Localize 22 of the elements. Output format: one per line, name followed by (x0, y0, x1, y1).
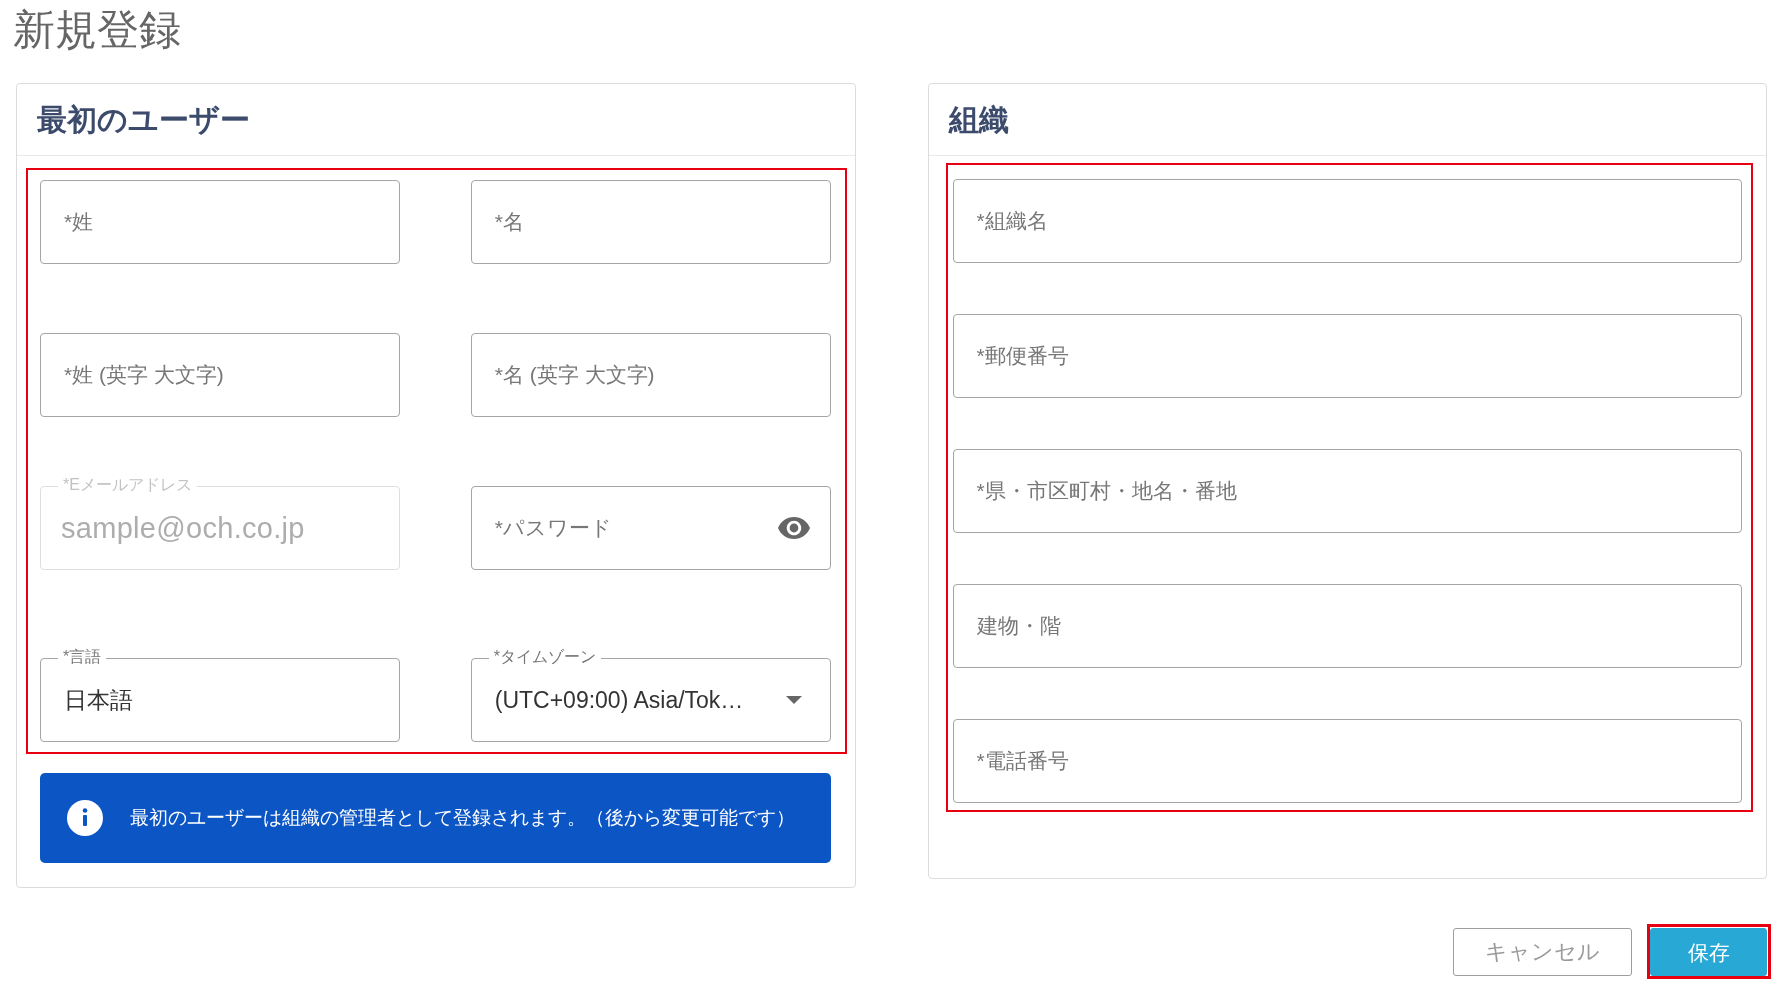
field-label: *タイムゾーン (488, 647, 601, 667)
field-label: *言語 (58, 647, 107, 667)
input-field[interactable]: *姓 (40, 180, 400, 264)
input-field[interactable]: *県・市区町村・地名・番地 (952, 449, 1742, 533)
save-button[interactable]: 保存 (1650, 928, 1767, 976)
field-label: *Eメールアドレス (58, 475, 197, 495)
input-field[interactable]: *組織名 (952, 179, 1742, 263)
input-field[interactable]: *姓 (英字 大文字) (40, 333, 400, 417)
input-field[interactable]: *名 (470, 180, 831, 264)
password-field[interactable]: *パスワード (470, 486, 831, 570)
card-title: 最初のユーザー (37, 101, 250, 138)
input-field[interactable]: *電話番号 (952, 719, 1742, 803)
info-icon (67, 800, 103, 836)
input-field[interactable]: *名 (英字 大文字) (470, 333, 831, 417)
eye-icon[interactable] (777, 517, 810, 539)
caret-down-icon (785, 696, 802, 704)
input-field[interactable]: 建物・階 (952, 584, 1742, 668)
info-text: 最初のユーザーは組織の管理者として登録されます。（後から変更可能です） (130, 805, 795, 830)
cancel-button[interactable]: キャンセル (1453, 927, 1632, 976)
card-title: 組織 (948, 101, 1009, 138)
input-field[interactable]: *郵便番号 (952, 314, 1742, 398)
page-title: 新規登録 (12, 5, 182, 55)
